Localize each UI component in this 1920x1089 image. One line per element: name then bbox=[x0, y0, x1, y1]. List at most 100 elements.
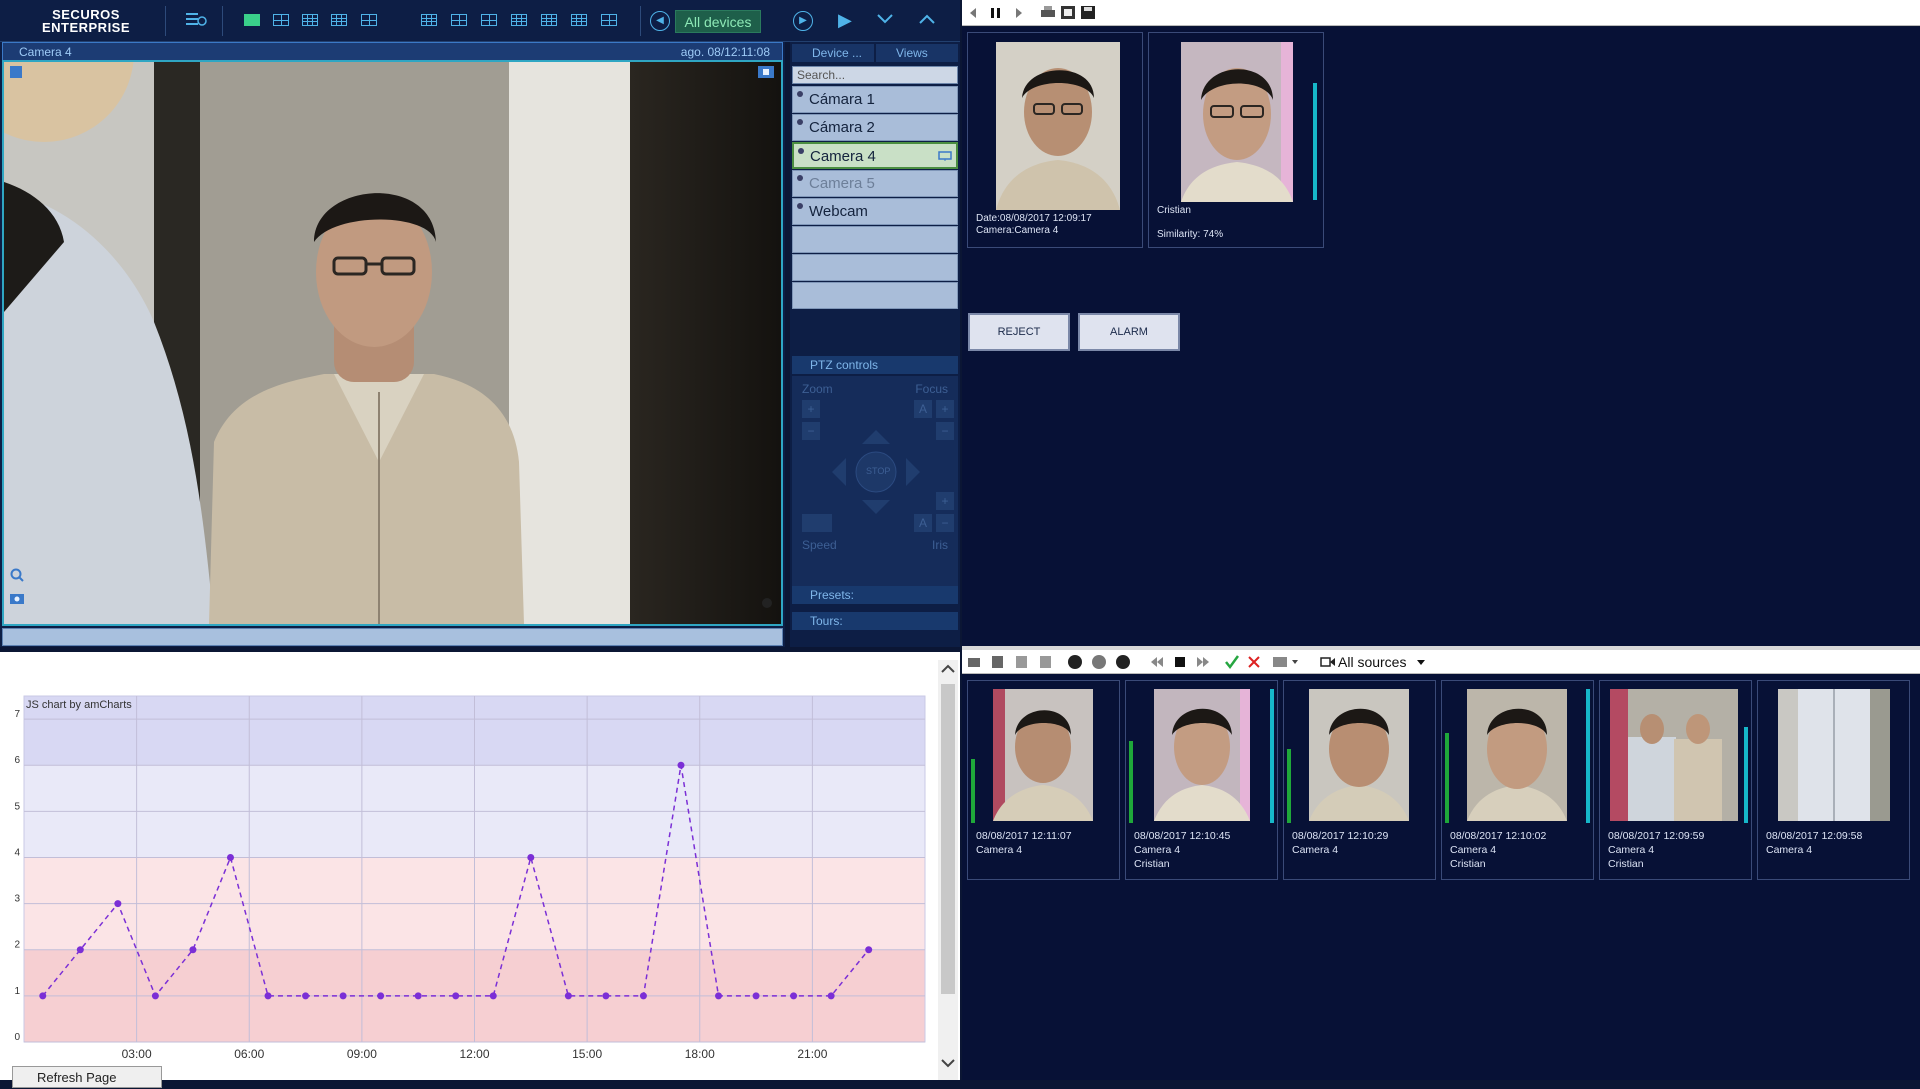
device-search-input[interactable]: Search... bbox=[792, 66, 958, 84]
stop-icon[interactable] bbox=[1174, 656, 1186, 668]
data-point bbox=[151, 992, 159, 1000]
ptz-zoom-label: Zoom bbox=[802, 382, 833, 396]
zoom-in-button[interactable]: + bbox=[802, 400, 820, 418]
layout-6x6-icon[interactable] bbox=[541, 14, 557, 26]
device-item-camara2[interactable]: Cámara 2 bbox=[792, 114, 958, 141]
focus-near-button[interactable]: + bbox=[936, 400, 954, 418]
match-toolbar bbox=[962, 0, 1920, 26]
camera-video[interactable] bbox=[2, 60, 783, 626]
data-point bbox=[226, 853, 234, 861]
reject-x-icon[interactable] bbox=[1246, 654, 1262, 670]
zoom-out-button[interactable]: − bbox=[802, 422, 820, 440]
history-card[interactable]: 08/08/2017 12:10:02 Camera 4 Cristian bbox=[1441, 680, 1594, 880]
refresh-page-button[interactable]: Refresh Page bbox=[12, 1066, 162, 1088]
next-icon[interactable] bbox=[1014, 6, 1024, 20]
layout-2x2-icon[interactable] bbox=[273, 14, 289, 26]
tours-header[interactable]: Tours: bbox=[792, 612, 958, 630]
monitor-icon bbox=[938, 151, 952, 161]
x-tick-label: 15:00 bbox=[572, 1047, 602, 1061]
export-icon[interactable] bbox=[1060, 5, 1076, 20]
data-point bbox=[302, 992, 310, 1000]
print-icon[interactable] bbox=[1040, 5, 1056, 20]
video-camera-icon bbox=[1320, 657, 1335, 667]
data-point bbox=[377, 992, 385, 1000]
face-search-icons[interactable] bbox=[1066, 653, 1136, 671]
data-point bbox=[865, 946, 873, 954]
ptz-controls-header[interactable]: PTZ controls bbox=[792, 356, 958, 374]
presets-header[interactable]: Presets: bbox=[792, 586, 958, 604]
caret-down-icon[interactable] bbox=[1416, 659, 1426, 667]
prev-icon[interactable] bbox=[968, 6, 1008, 20]
auto-iris-button[interactable]: A bbox=[914, 514, 932, 532]
layout-3x3-icon[interactable] bbox=[302, 14, 318, 26]
focus-far-button[interactable]: − bbox=[936, 422, 954, 440]
fast-forward-icon[interactable] bbox=[1196, 656, 1210, 668]
record-indicator bbox=[762, 598, 772, 608]
history-thumbnail bbox=[993, 689, 1093, 821]
ptz-speed-label: Speed bbox=[802, 538, 837, 552]
rewind-icon[interactable] bbox=[1150, 656, 1164, 668]
pause-icon[interactable] bbox=[990, 6, 1002, 20]
y-tick-label: 0 bbox=[14, 1032, 20, 1043]
history-card[interactable]: 08/08/2017 12:09:59 Camera 4 Cristian bbox=[1599, 680, 1752, 880]
layout-2plus8-icon[interactable] bbox=[451, 14, 467, 26]
ptz-iris-label: Iris bbox=[932, 538, 948, 552]
camera-title-bar: Camera 4 ago. 08/12:11:08 bbox=[2, 42, 783, 60]
ptz-speed-stepper[interactable] bbox=[802, 514, 832, 532]
layout-5x5-icon[interactable] bbox=[511, 14, 527, 26]
next-set-icon[interactable]: ▶ bbox=[793, 11, 813, 31]
history-camera: Camera 4 bbox=[1292, 844, 1339, 856]
chart-scrollbar[interactable] bbox=[938, 660, 958, 1080]
device-item-camara1[interactable]: Cámara 1 bbox=[792, 86, 958, 113]
layout-1x1-icon[interactable] bbox=[244, 14, 260, 26]
chevron-up-icon[interactable] bbox=[918, 12, 936, 26]
status-dot bbox=[797, 203, 803, 209]
device-set-selector[interactable]: All devices bbox=[675, 10, 761, 33]
history-card[interactable]: 08/08/2017 12:10:29 Camera 4 bbox=[1283, 680, 1436, 880]
zoom-icon[interactable] bbox=[10, 568, 24, 582]
tab-views[interactable]: Views bbox=[876, 44, 958, 62]
data-point bbox=[114, 900, 122, 908]
device-item-camera4[interactable]: Camera 4 bbox=[792, 142, 958, 169]
x-tick-label: 03:00 bbox=[122, 1047, 152, 1061]
layout-7x7-icon[interactable] bbox=[571, 14, 587, 26]
layout-1plus5-icon[interactable] bbox=[361, 14, 377, 26]
snapshot-icon[interactable] bbox=[10, 592, 24, 604]
layout-1plus7-icon[interactable] bbox=[421, 14, 437, 26]
device-item-camera5[interactable]: Camera 5 bbox=[792, 170, 958, 197]
camera-menu-icon[interactable] bbox=[10, 66, 22, 78]
logo-line2: ENTERPRISE bbox=[41, 20, 131, 35]
layout-menu-icon[interactable] bbox=[185, 10, 207, 30]
device-item-webcam[interactable]: Webcam bbox=[792, 198, 958, 225]
accept-check-icon[interactable] bbox=[1224, 654, 1240, 670]
similarity-level-bar bbox=[1313, 83, 1317, 200]
ptz-stop-button[interactable]: STOP bbox=[866, 466, 890, 476]
device-label: Webcam bbox=[809, 203, 868, 220]
layout-dropdown-icon[interactable] bbox=[601, 14, 617, 26]
play-icon[interactable]: ▶ bbox=[838, 8, 852, 32]
camera-timeline-strip[interactable] bbox=[2, 628, 783, 646]
filter-dropdown-icon[interactable] bbox=[1272, 654, 1300, 670]
alarm-button[interactable]: ALARM bbox=[1078, 313, 1180, 351]
data-point bbox=[189, 946, 197, 954]
source-filter-select[interactable]: All sources bbox=[1338, 654, 1406, 670]
chevron-down-icon[interactable] bbox=[876, 12, 894, 26]
iris-open-button[interactable]: + bbox=[936, 492, 954, 510]
data-point bbox=[639, 992, 647, 1000]
save-icon[interactable] bbox=[1080, 5, 1096, 20]
reject-button[interactable]: REJECT bbox=[968, 313, 1070, 351]
history-card[interactable]: 08/08/2017 12:09:58 Camera 4 bbox=[1757, 680, 1910, 880]
previous-set-icon[interactable]: ◀ bbox=[650, 11, 670, 31]
layout-4x4-icon[interactable] bbox=[331, 14, 347, 26]
history-card[interactable]: 08/08/2017 12:10:45 Camera 4 Cristian bbox=[1125, 680, 1278, 880]
layout-1plus12-icon[interactable] bbox=[481, 14, 497, 26]
chart-title: JS chart by amCharts bbox=[26, 699, 132, 711]
x-tick-label: 18:00 bbox=[685, 1047, 715, 1061]
tab-devices[interactable]: Device ... bbox=[792, 44, 874, 62]
history-card[interactable]: 08/08/2017 12:11:07 Camera 4 bbox=[967, 680, 1120, 880]
film-icon[interactable] bbox=[758, 66, 774, 78]
auto-focus-button[interactable]: A bbox=[914, 400, 932, 418]
iris-close-button[interactable]: − bbox=[936, 514, 954, 532]
history-thumbnail bbox=[1309, 689, 1409, 821]
history-file-icons[interactable] bbox=[966, 654, 1066, 670]
